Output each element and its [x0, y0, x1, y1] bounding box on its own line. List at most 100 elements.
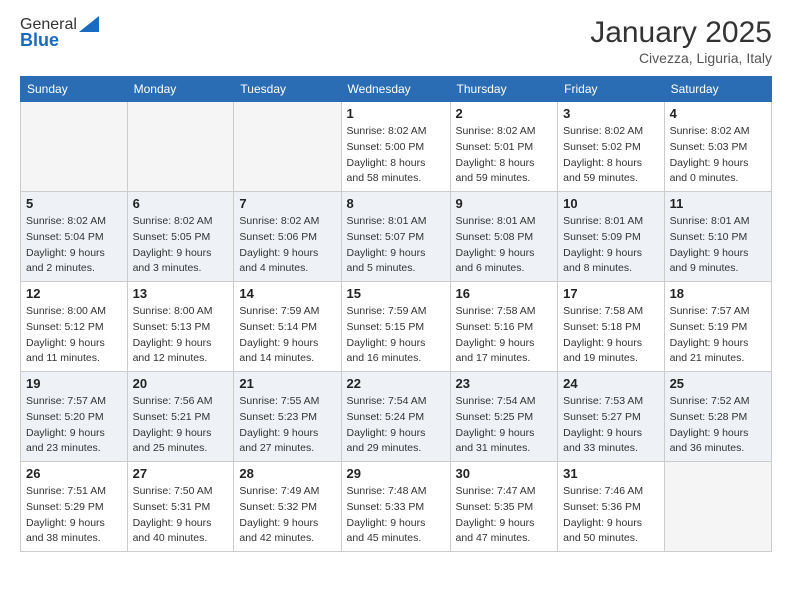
day-number: 29 [347, 466, 445, 481]
day-info: Sunrise: 8:01 AMSunset: 5:10 PMDaylight:… [670, 214, 766, 277]
calendar-day-cell [234, 102, 341, 192]
logo-icon [79, 16, 99, 32]
day-number: 3 [563, 106, 658, 121]
day-number: 30 [456, 466, 553, 481]
title-block: January 2025 Civezza, Liguria, Italy [590, 16, 772, 66]
day-number: 7 [239, 196, 335, 211]
col-thursday: Thursday [450, 77, 558, 102]
day-number: 23 [456, 376, 553, 391]
day-info: Sunrise: 7:57 AMSunset: 5:20 PMDaylight:… [26, 394, 122, 457]
calendar-day-cell: 18 Sunrise: 7:57 AMSunset: 5:19 PMDayligh… [664, 282, 771, 372]
day-number: 26 [26, 466, 122, 481]
day-info: Sunrise: 7:56 AMSunset: 5:21 PMDaylight:… [133, 394, 229, 457]
day-info: Sunrise: 7:59 AMSunset: 5:15 PMDaylight:… [347, 304, 445, 367]
calendar-day-cell: 12 Sunrise: 8:00 AMSunset: 5:12 PMDayligh… [21, 282, 128, 372]
calendar-day-cell: 9Sunrise: 8:01 AMSunset: 5:08 PMDaylight… [450, 192, 558, 282]
day-number: 16 [456, 286, 553, 301]
day-number: 31 [563, 466, 658, 481]
calendar-day-cell: 8Sunrise: 8:01 AMSunset: 5:07 PMDaylight… [341, 192, 450, 282]
calendar-day-cell: 10 Sunrise: 8:01 AMSunset: 5:09 PMDayligh… [558, 192, 664, 282]
calendar-day-cell: 23 Sunrise: 7:54 AMSunset: 5:25 PMDayligh… [450, 372, 558, 462]
calendar-day-cell: 1 Sunrise: 8:02 AMSunset: 5:00 PMDaylight… [341, 102, 450, 192]
calendar-day-cell: 5Sunrise: 8:02 AMSunset: 5:04 PMDaylight… [21, 192, 128, 282]
calendar-day-cell: 16 Sunrise: 7:58 AMSunset: 5:16 PMDayligh… [450, 282, 558, 372]
day-number: 4 [670, 106, 766, 121]
month-title: January 2025 [590, 16, 772, 50]
col-wednesday: Wednesday [341, 77, 450, 102]
calendar-day-cell [127, 102, 234, 192]
calendar-header-row: Sunday Monday Tuesday Wednesday Thursday… [21, 77, 772, 102]
day-info: Sunrise: 8:01 AMSunset: 5:09 PMDaylight:… [563, 214, 658, 277]
calendar-day-cell: 17Sunrise: 7:58 AMSunset: 5:18 PMDayligh… [558, 282, 664, 372]
day-info: Sunrise: 8:02 AMSunset: 5:05 PMDaylight:… [133, 214, 229, 277]
page: General Blue January 2025 Civezza, Ligur… [0, 0, 792, 612]
day-info: Sunrise: 8:02 AMSunset: 5:00 PMDaylight:… [347, 124, 445, 187]
calendar-day-cell: 29 Sunrise: 7:48 AMSunset: 5:33 PMDayligh… [341, 462, 450, 552]
calendar-week-row: 12 Sunrise: 8:00 AMSunset: 5:12 PMDayligh… [21, 282, 772, 372]
day-info: Sunrise: 7:59 AMSunset: 5:14 PMDaylight:… [239, 304, 335, 367]
day-info: Sunrise: 7:46 AMSunset: 5:36 PMDaylight:… [563, 484, 658, 547]
day-info: Sunrise: 7:58 AMSunset: 5:16 PMDaylight:… [456, 304, 553, 367]
logo-blue-text: Blue [20, 30, 59, 51]
calendar-day-cell: 2 Sunrise: 8:02 AMSunset: 5:01 PMDaylight… [450, 102, 558, 192]
day-number: 11 [670, 196, 766, 211]
calendar-week-row: 26Sunrise: 7:51 AMSunset: 5:29 PMDayligh… [21, 462, 772, 552]
calendar-day-cell: 14 Sunrise: 7:59 AMSunset: 5:14 PMDayligh… [234, 282, 341, 372]
day-number: 14 [239, 286, 335, 301]
day-info: Sunrise: 7:53 AMSunset: 5:27 PMDaylight:… [563, 394, 658, 457]
calendar-day-cell: 3 Sunrise: 8:02 AMSunset: 5:02 PMDaylight… [558, 102, 664, 192]
day-info: Sunrise: 7:55 AMSunset: 5:23 PMDaylight:… [239, 394, 335, 457]
day-info: Sunrise: 8:02 AMSunset: 5:03 PMDaylight:… [670, 124, 766, 187]
calendar-day-cell: 19 Sunrise: 7:57 AMSunset: 5:20 PMDayligh… [21, 372, 128, 462]
calendar-day-cell: 24 Sunrise: 7:53 AMSunset: 5:27 PMDayligh… [558, 372, 664, 462]
day-number: 1 [347, 106, 445, 121]
col-saturday: Saturday [664, 77, 771, 102]
calendar-day-cell: 31 Sunrise: 7:46 AMSunset: 5:36 PMDayligh… [558, 462, 664, 552]
day-info: Sunrise: 7:57 AMSunset: 5:19 PMDaylight:… [670, 304, 766, 367]
col-tuesday: Tuesday [234, 77, 341, 102]
header: General Blue January 2025 Civezza, Ligur… [20, 16, 772, 66]
calendar-day-cell: 13Sunrise: 8:00 AMSunset: 5:13 PMDayligh… [127, 282, 234, 372]
day-number: 6 [133, 196, 229, 211]
day-number: 19 [26, 376, 122, 391]
day-info: Sunrise: 7:54 AMSunset: 5:25 PMDaylight:… [456, 394, 553, 457]
day-info: Sunrise: 7:52 AMSunset: 5:28 PMDaylight:… [670, 394, 766, 457]
day-info: Sunrise: 8:00 AMSunset: 5:13 PMDaylight:… [133, 304, 229, 367]
location-title: Civezza, Liguria, Italy [590, 50, 772, 66]
day-number: 24 [563, 376, 658, 391]
day-number: 22 [347, 376, 445, 391]
calendar-day-cell: 11 Sunrise: 8:01 AMSunset: 5:10 PMDayligh… [664, 192, 771, 282]
day-info: Sunrise: 8:01 AMSunset: 5:07 PMDaylight:… [347, 214, 445, 277]
calendar-day-cell: 15 Sunrise: 7:59 AMSunset: 5:15 PMDayligh… [341, 282, 450, 372]
day-info: Sunrise: 7:49 AMSunset: 5:32 PMDaylight:… [239, 484, 335, 547]
day-info: Sunrise: 8:02 AMSunset: 5:04 PMDaylight:… [26, 214, 122, 277]
day-number: 20 [133, 376, 229, 391]
calendar-day-cell: 25 Sunrise: 7:52 AMSunset: 5:28 PMDayligh… [664, 372, 771, 462]
day-number: 9 [456, 196, 553, 211]
calendar-day-cell: 22Sunrise: 7:54 AMSunset: 5:24 PMDayligh… [341, 372, 450, 462]
calendar-day-cell: 7Sunrise: 8:02 AMSunset: 5:06 PMDaylight… [234, 192, 341, 282]
day-number: 18 [670, 286, 766, 301]
day-number: 12 [26, 286, 122, 301]
calendar-day-cell: 27Sunrise: 7:50 AMSunset: 5:31 PMDayligh… [127, 462, 234, 552]
day-number: 15 [347, 286, 445, 301]
day-info: Sunrise: 8:00 AMSunset: 5:12 PMDaylight:… [26, 304, 122, 367]
day-info: Sunrise: 8:02 AMSunset: 5:02 PMDaylight:… [563, 124, 658, 187]
calendar-day-cell: 21Sunrise: 7:55 AMSunset: 5:23 PMDayligh… [234, 372, 341, 462]
day-number: 25 [670, 376, 766, 391]
calendar-week-row: 19 Sunrise: 7:57 AMSunset: 5:20 PMDayligh… [21, 372, 772, 462]
calendar-day-cell: 4 Sunrise: 8:02 AMSunset: 5:03 PMDaylight… [664, 102, 771, 192]
calendar-day-cell [21, 102, 128, 192]
day-info: Sunrise: 8:02 AMSunset: 5:01 PMDaylight:… [456, 124, 553, 187]
day-number: 28 [239, 466, 335, 481]
logo: General Blue [20, 16, 99, 51]
col-sunday: Sunday [21, 77, 128, 102]
calendar-day-cell: 26Sunrise: 7:51 AMSunset: 5:29 PMDayligh… [21, 462, 128, 552]
calendar-week-row: 5Sunrise: 8:02 AMSunset: 5:04 PMDaylight… [21, 192, 772, 282]
col-monday: Monday [127, 77, 234, 102]
calendar-table: Sunday Monday Tuesday Wednesday Thursday… [20, 76, 772, 552]
day-number: 2 [456, 106, 553, 121]
day-info: Sunrise: 7:48 AMSunset: 5:33 PMDaylight:… [347, 484, 445, 547]
calendar-day-cell: 6 Sunrise: 8:02 AMSunset: 5:05 PMDaylight… [127, 192, 234, 282]
day-number: 10 [563, 196, 658, 211]
